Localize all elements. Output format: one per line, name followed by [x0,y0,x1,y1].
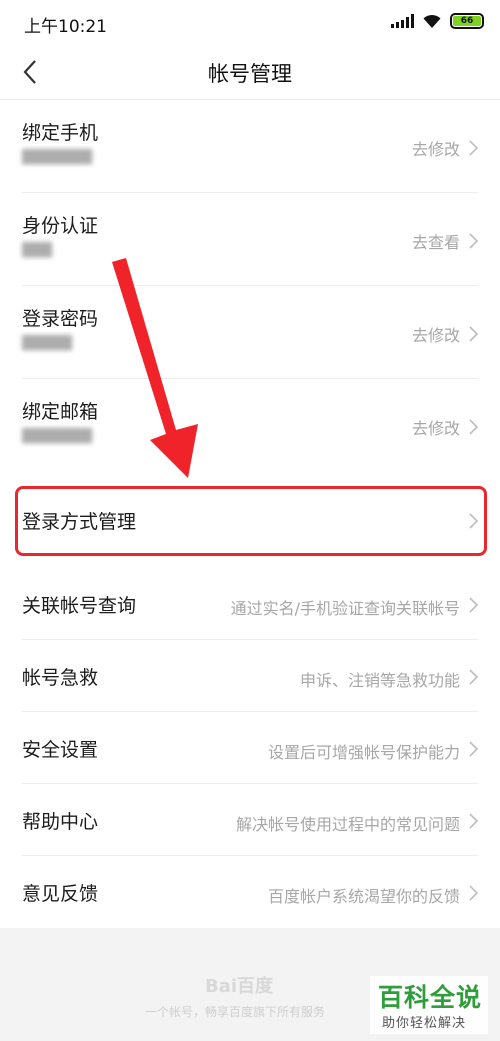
status-icons: 66 [391,13,484,29]
row-hint: 去修改 [411,140,460,159]
status-bar: 上午10:21 66 [0,0,500,44]
page-title: 帐号管理 [208,62,292,86]
battery-level: 66 [453,16,481,26]
row-title: 绑定手机 [22,122,99,144]
watermark: 百科全说 助你轻松解决 [370,976,488,1034]
masked-value: ███ [22,243,52,258]
chevron-right-icon [469,140,479,156]
status-time: 上午10:21 [24,17,107,37]
account-info-group: 绑定手机 ███████ 去修改 身份认证 ███ 去查看 登录密码 █████… [0,100,500,472]
linked-account-row[interactable]: 关联帐号查询 通过实名/手机验证查询关联帐号 [0,568,500,640]
row-title: 帐号急救 [22,667,99,689]
row-hint: 去修改 [411,419,460,438]
nav-bar: 帐号管理 [0,44,500,100]
more-options-group: 关联帐号查询 通过实名/手机验证查询关联帐号 帐号急救 申诉、注销等急救功能 安… [0,568,500,928]
row-hint: 解决帐号使用过程中的常见问题 [235,815,460,834]
row-title: 意见反馈 [22,883,99,905]
row-title: 帮助中心 [22,811,99,833]
chevron-right-icon [469,597,479,613]
row-hint: 去查看 [411,233,460,252]
row-title: 绑定邮箱 [22,401,99,423]
bind-phone-row[interactable]: 绑定手机 ███████ 去修改 [0,100,500,193]
identity-verify-row[interactable]: 身份认证 ███ 去查看 [0,193,500,286]
row-hint: 百度帐户系统渴望你的反馈 [267,887,460,906]
row-title: 安全设置 [22,739,99,761]
login-password-row[interactable]: 登录密码 █████ 去修改 [0,286,500,379]
row-title: 身份认证 [22,215,99,237]
row-hint: 通过实名/手机验证查询关联帐号 [230,599,460,618]
chevron-right-icon [469,741,479,757]
wifi-icon [423,14,441,28]
masked-value: ███████ [22,150,92,165]
chevron-right-icon [469,669,479,685]
highlight-box [15,486,487,556]
signal-icon [391,14,414,28]
chevron-right-icon [469,419,479,435]
masked-value: ███████ [22,429,92,444]
row-title: 登录密码 [22,308,99,330]
security-settings-row[interactable]: 安全设置 设置后可增强帐号保护能力 [0,712,500,784]
chevron-right-icon [469,813,479,829]
chevron-right-icon [469,326,479,342]
row-hint: 申诉、注销等急救功能 [299,671,460,690]
chevron-right-icon [469,233,479,249]
row-title: 关联帐号查询 [22,595,137,617]
battery-icon: 66 [450,13,484,29]
row-hint: 去修改 [411,326,460,345]
baidu-logo: Bai百度 [205,976,274,997]
watermark-subtitle: 助你轻松解决 [382,1016,467,1031]
account-rescue-row[interactable]: 帐号急救 申诉、注销等急救功能 [0,640,500,712]
chevron-right-icon [469,885,479,901]
row-hint: 设置后可增强帐号保护能力 [267,743,460,762]
feedback-row[interactable]: 意见反馈 百度帐户系统渴望你的反馈 [0,856,500,928]
help-center-row[interactable]: 帮助中心 解决帐号使用过程中的常见问题 [0,784,500,856]
masked-value: █████ [22,336,72,351]
watermark-title: 百科全说 [378,983,483,1012]
bind-email-row[interactable]: 绑定邮箱 ███████ 去修改 [0,379,500,472]
